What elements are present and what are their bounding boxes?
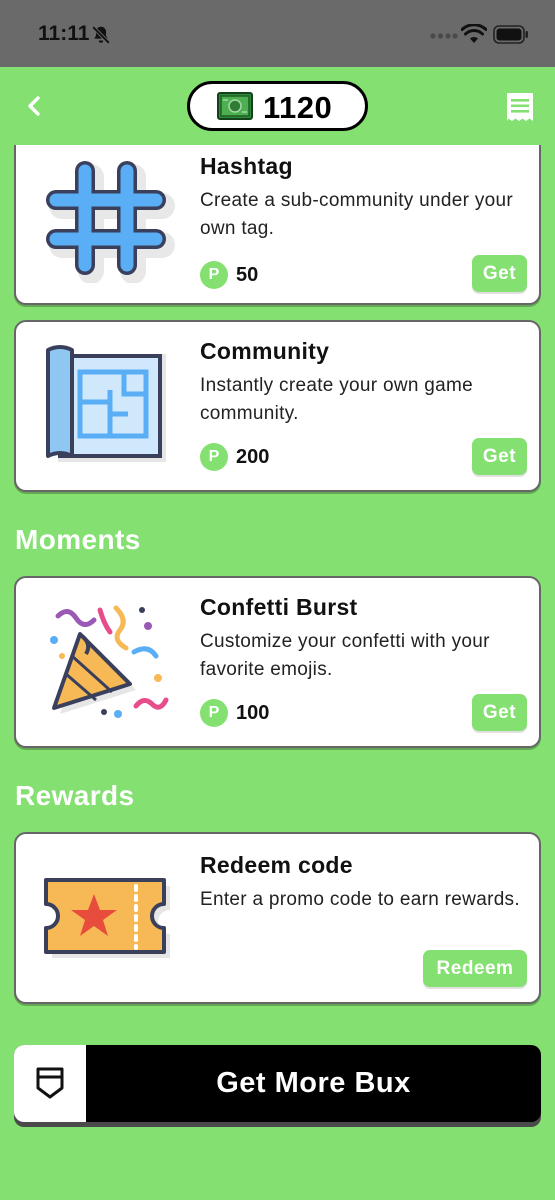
item-title: Community (200, 338, 330, 364)
p-coin-icon: P (200, 699, 228, 727)
top-bar: 1120 (0, 67, 555, 145)
price-value: 100 (236, 701, 270, 724)
section-heading-moments: Moments (15, 524, 141, 555)
get-button[interactable]: Get (472, 255, 527, 292)
bell-slash-icon (91, 25, 111, 45)
item-title: Confetti Burst (200, 594, 358, 620)
battery-icon (493, 25, 528, 44)
receipt-icon[interactable] (505, 91, 535, 123)
shop-list[interactable]: Hashtag Create a sub-community under you… (0, 145, 555, 1200)
ticket-icon (44, 878, 170, 958)
item-card-confetti-burst: Confetti Burst Customize your confetti w… (14, 576, 541, 748)
status-bar: 11:11 (0, 0, 555, 67)
balance-pill[interactable]: 1120 (187, 81, 368, 131)
item-description: Create a sub-community under your own ta… (200, 190, 513, 239)
blueprint-icon (46, 345, 166, 462)
cellular-dots-icon (430, 33, 458, 39)
item-card-community: Community Instantly create your own game… (14, 320, 541, 492)
balance-amount: 1120 (263, 90, 333, 125)
item-description: Customize your confetti with your favori… (200, 631, 490, 680)
p-coin-icon: P (200, 261, 228, 289)
section-heading-rewards: Rewards (15, 780, 135, 811)
get-button[interactable]: Get (472, 694, 527, 731)
item-price: P 200 (200, 442, 269, 472)
price-value: 200 (236, 445, 270, 468)
hashtag-icon (46, 161, 175, 283)
redeem-button[interactable]: Redeem (423, 950, 527, 987)
back-chevron-icon[interactable] (18, 89, 52, 123)
shield-icon (36, 1067, 64, 1099)
status-time: 11:11 (38, 22, 90, 45)
get-button[interactable]: Get (472, 438, 527, 475)
item-price: P 100 (200, 698, 269, 728)
item-price: P 50 (200, 260, 258, 290)
item-title: Hashtag (200, 153, 293, 179)
item-title: Redeem code (200, 852, 353, 878)
price-value: 50 (236, 263, 259, 286)
item-card-hashtag: Hashtag Create a sub-community under you… (14, 145, 541, 305)
shield-icon-box (14, 1045, 86, 1122)
get-more-bux-button[interactable]: Get More Bux (14, 1045, 541, 1122)
item-description: Instantly create your own game community… (200, 375, 474, 424)
get-more-bux-label: Get More Bux (216, 1067, 411, 1099)
wifi-icon (461, 24, 487, 43)
item-description: Enter a promo code to earn rewards. (200, 889, 520, 910)
p-coin-icon: P (200, 443, 228, 471)
money-bill-icon (217, 92, 253, 120)
party-popper-icon (50, 605, 169, 718)
item-card-redeem-code: Redeem code Enter a promo code to earn r… (14, 832, 541, 1004)
